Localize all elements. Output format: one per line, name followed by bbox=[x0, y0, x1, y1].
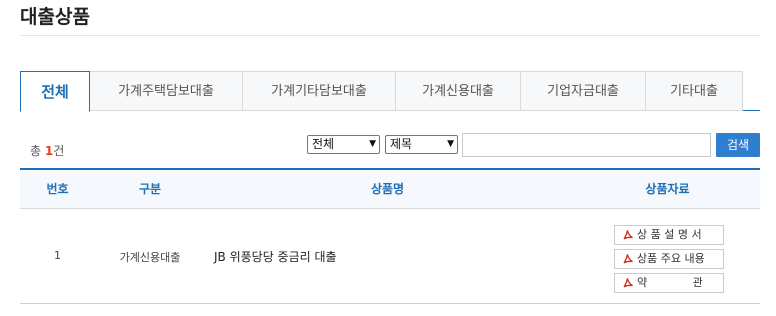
tab-household-other-secured[interactable]: 가계기타담보대출 bbox=[243, 71, 396, 111]
pdf-icon bbox=[623, 254, 633, 264]
count-prefix: 총 bbox=[30, 144, 45, 158]
header-product-docs: 상품자료 bbox=[645, 182, 690, 196]
tab-all[interactable]: 전체 bbox=[20, 71, 90, 112]
chevron-down-icon: ▼ bbox=[447, 139, 454, 149]
header-number: 번호 bbox=[46, 182, 69, 196]
product-summary-button[interactable]: 상품 주요 내용 bbox=[614, 249, 724, 269]
tab-household-credit[interactable]: 가계신용대출 bbox=[396, 71, 521, 111]
terms-button[interactable]: 약 관 bbox=[614, 273, 724, 293]
field-select-value: 제목 bbox=[390, 137, 413, 151]
header-category: 구분 bbox=[138, 182, 162, 196]
search-button[interactable]: 검색 bbox=[716, 133, 760, 157]
table-row: 1 가계신용대출 JB 위풍당당 중금리 대출 상 품 설 명 서 상품 주요 … bbox=[20, 209, 760, 304]
result-count: 총 1건 bbox=[30, 142, 64, 159]
pdf-icon bbox=[623, 278, 633, 288]
category-select[interactable]: 전체 ▼ bbox=[307, 135, 380, 154]
tab-household-housing-secured[interactable]: 가계주택담보대출 bbox=[90, 71, 243, 111]
count-value: 1 bbox=[44, 144, 54, 158]
tab-other-loans[interactable]: 기타대출 bbox=[646, 71, 743, 111]
page-title: 대출상품 bbox=[20, 6, 90, 28]
tab-corporate-fund[interactable]: 기업자금대출 bbox=[521, 71, 646, 111]
row-number: 1 bbox=[54, 249, 61, 262]
category-select-value: 전체 bbox=[312, 137, 335, 151]
chevron-down-icon: ▼ bbox=[369, 139, 376, 149]
doc-label: 상 품 설 명 서 bbox=[637, 228, 702, 241]
field-select[interactable]: 제목 ▼ bbox=[385, 135, 458, 154]
doc-label: 약 관 bbox=[637, 276, 703, 289]
row-category: 가계신용대출 bbox=[119, 251, 181, 264]
row-product-name[interactable]: JB 위풍당당 중금리 대출 bbox=[214, 248, 554, 265]
table-header: 번호 구분 상품명 상품자료 bbox=[20, 168, 760, 209]
search-input[interactable] bbox=[462, 133, 711, 157]
header-product-name: 상품명 bbox=[370, 182, 405, 196]
product-description-button[interactable]: 상 품 설 명 서 bbox=[614, 225, 724, 245]
doc-label: 상품 주요 내용 bbox=[637, 252, 705, 265]
count-suffix: 건 bbox=[53, 144, 65, 158]
pdf-icon bbox=[623, 230, 633, 240]
title-divider bbox=[20, 35, 760, 36]
product-tabs: 전체 가계주택담보대출 가계기타담보대출 가계신용대출 기업자금대출 기타대출 bbox=[20, 71, 760, 112]
